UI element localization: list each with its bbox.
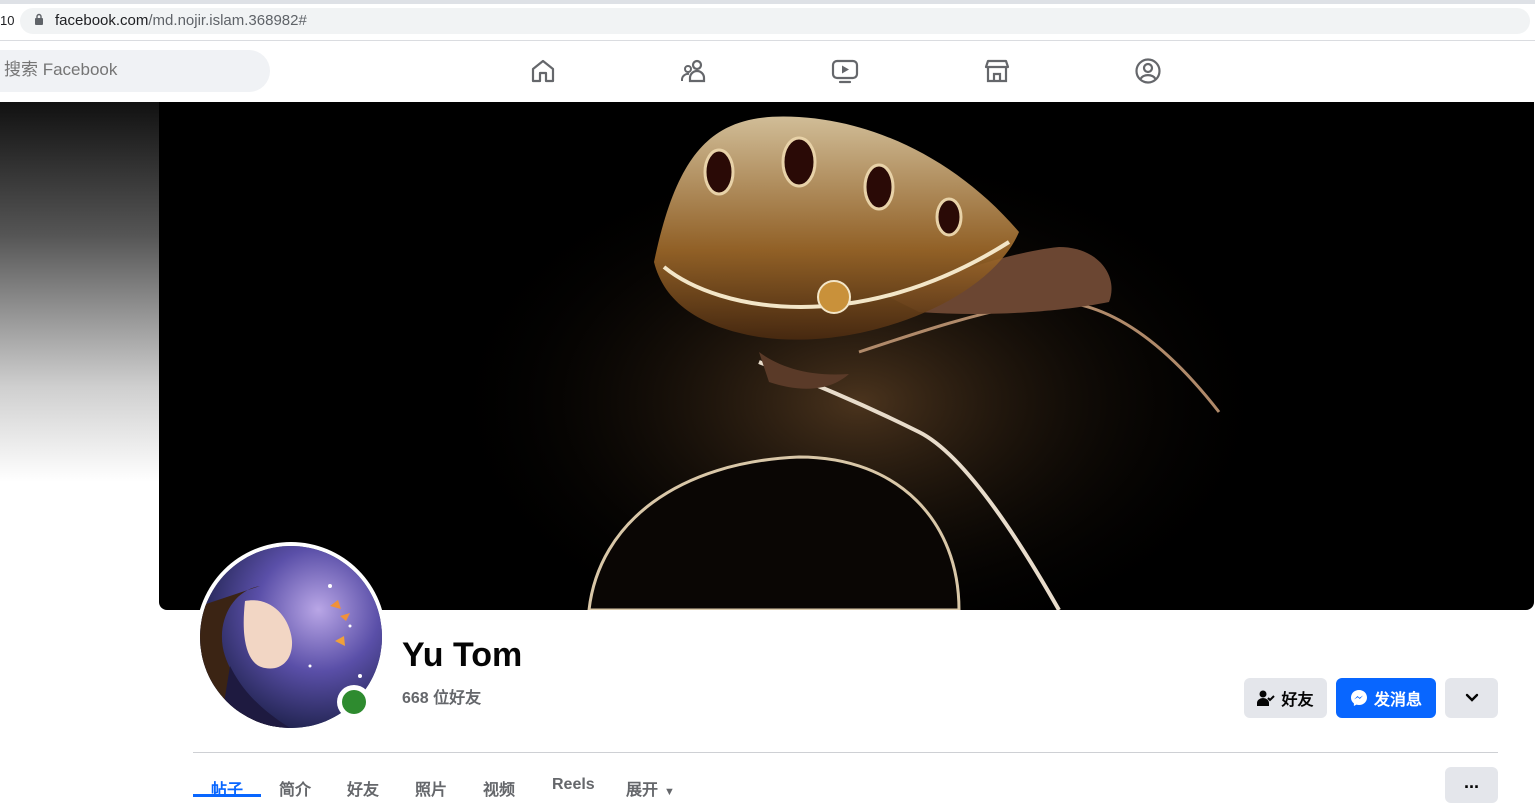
friend-count[interactable]: 668 位好友 — [402, 684, 481, 708]
side-gradient — [0, 102, 160, 482]
friends-icon[interactable] — [680, 57, 708, 85]
tab-more-label: 展开 — [626, 782, 659, 799]
url-text[interactable]: facebook.com/md.nojir.islam.368982# — [55, 12, 307, 29]
tab-number: 10 — [0, 13, 15, 28]
messenger-icon — [1350, 690, 1367, 706]
friends-button[interactable]: 好友 — [1244, 678, 1327, 718]
search-input[interactable] — [4, 60, 254, 80]
friends-button-label: 好友 — [1281, 692, 1314, 709]
lock-icon — [35, 13, 43, 25]
overflow-menu-button[interactable]: ... — [1445, 767, 1498, 803]
browser-tabstrip — [0, 0, 1535, 4]
url-path: /md.nojir.islam.368982# — [148, 12, 307, 29]
message-button[interactable]: 发消息 — [1336, 678, 1436, 718]
tab-more[interactable]: 展开 ▼ — [626, 776, 675, 800]
url-host: facebook.com — [55, 12, 149, 29]
tab-friends[interactable]: 好友 — [347, 776, 379, 800]
home-icon[interactable] — [529, 57, 557, 85]
chevron-down-icon — [1465, 693, 1478, 702]
online-status-dot — [337, 685, 371, 719]
profile-divider — [193, 752, 1498, 753]
cover-crown-illustration — [439, 116, 1279, 610]
watch-icon[interactable] — [831, 57, 859, 85]
friend-check-icon — [1257, 690, 1276, 706]
tab-reels[interactable]: Reels — [552, 776, 595, 794]
marketplace-icon[interactable] — [983, 57, 1011, 85]
more-options-button[interactable] — [1445, 678, 1498, 718]
browser-address-bar: 10 facebook.com/md.nojir.islam.368982# — [0, 0, 1535, 41]
profile-name: Yu Tom — [402, 636, 523, 674]
tab-about[interactable]: 简介 — [279, 776, 311, 800]
tab-photos[interactable]: 照片 — [415, 776, 447, 800]
caret-down-icon: ▼ — [664, 786, 675, 798]
tab-videos[interactable]: 视频 — [483, 776, 515, 800]
message-button-label: 发消息 — [1373, 692, 1422, 709]
facebook-top-nav — [0, 41, 1535, 102]
cover-photo[interactable] — [159, 102, 1534, 610]
profile-circle-icon[interactable] — [1134, 57, 1162, 85]
